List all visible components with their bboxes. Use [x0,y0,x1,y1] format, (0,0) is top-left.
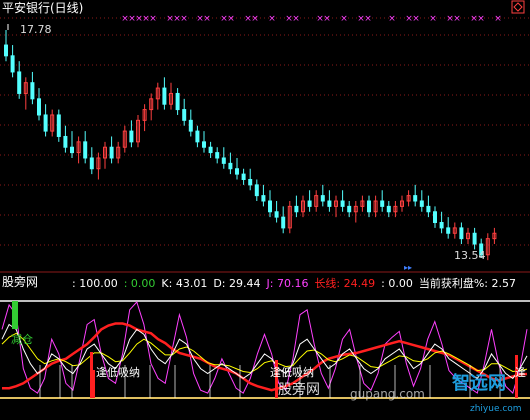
candle-body [188,119,193,132]
candle-body [413,195,418,202]
indicator-name: 股旁网 [2,275,39,289]
top-marker-row: × × × × × × × × × × × × × × × × × × × × × × × × × × × × × × × [121,14,502,24]
candle-body [307,200,312,207]
candle-body [248,178,253,186]
indicator-lines [0,300,530,399]
candle-body [367,200,371,213]
top-marker: × [268,14,276,24]
candle-body [386,205,391,213]
candle-body [241,173,246,180]
top-marker: × [364,14,372,24]
buy-low-label-2: 逢低吸纳 [270,366,314,379]
readout-5: 长线: 24.49 [314,277,376,290]
candle-body [182,109,187,121]
candle-body [56,114,61,137]
top-marker: × [453,14,461,24]
candle-body [83,141,88,159]
readout-6: : 0.00 [381,277,413,290]
candlestick-series [4,30,497,261]
watermark-url: gupang.com [350,387,425,401]
candle-body [340,200,345,207]
high-price-label: 17.78 [20,23,52,36]
candle-body [320,195,325,202]
candle-body [202,141,206,148]
candle-body [459,227,464,240]
candle-body [380,200,385,207]
readout-4: J: 70.16 [266,277,309,290]
chart-title: 平安银行(日线) [2,1,84,15]
candle-body [208,146,213,154]
candle-body [274,211,279,218]
watermark-brand-url: zhiyue.com [470,404,522,414]
candle-body [215,152,220,159]
reduce-position-label: 减仓 [11,333,33,346]
readout-3: D: 29.44 [213,277,261,290]
top-marker: × [292,14,300,24]
candle-body [109,146,114,159]
candle-body [426,205,431,213]
candle-body [43,114,48,132]
candle-body [162,87,167,105]
top-marker: × [323,14,331,24]
watermark-brand: 智远网 [452,373,506,394]
candle-body [327,200,332,207]
readout-1: : 0.00 [123,277,156,290]
candle-body [30,82,35,100]
stock-chart-window: × × × × × × × × × × × × × × × × × × × × × × × × × × × × × × × ▸▸ 平安银行(… [0,0,530,420]
reduce-signal-bar [12,301,18,329]
top-marker: × [388,14,396,24]
candle-body [281,216,286,229]
candle-body [195,130,200,143]
candle-body [254,184,259,197]
top-marker: × [477,14,485,24]
candle-body [294,205,299,213]
edge-marker-label: 逢 [515,366,526,379]
low-price-label: 13.54 [454,249,486,262]
readout-0: : 100.00 [72,277,118,290]
series-line-k [1,323,528,380]
readout-2: K: 43.01 [161,277,208,290]
candle-body [129,130,134,143]
candle-body [472,232,477,245]
candle-body [17,71,22,94]
buy-low-label-1: 逢低吸纳 [96,366,140,379]
candle-body [268,200,272,213]
top-marker: × [180,14,188,24]
candle-body [347,205,352,213]
candle-body [37,98,41,116]
candle-body [261,195,266,202]
scroll-marker-icon: ▸▸ [404,263,412,272]
candle-body [10,55,15,73]
top-marker: × [203,14,211,24]
watermark-site: 股旁网 [278,382,320,398]
candle-body [4,44,8,57]
candle-body [221,157,226,164]
top-marker: × [412,14,420,24]
candle-body [235,168,239,175]
top-marker: × [227,14,235,24]
price-chart-canvas[interactable]: × × × × × × × × × × × × × × × × × × × × × × × × × × × × × × × ▸▸ [0,0,530,420]
top-marker: × [149,14,157,24]
candle-body [433,211,437,224]
candle-body [228,162,233,170]
candle-body [446,227,451,234]
buy-signal-bar [92,370,95,398]
indicator-readouts: : 100.00 : 0.00 K: 43.01 D: 29.44 J: 70.16 长线… [72,277,522,290]
top-marker: × [340,14,348,24]
candle-body [63,135,68,148]
candle-body [70,146,74,154]
candle-body [175,92,180,111]
top-marker: × [429,14,437,24]
candle-body [419,200,424,207]
diamond-arrow-icon[interactable] [511,0,525,14]
candle-body [439,222,444,229]
candle-body [89,157,94,170]
top-marker: × [251,14,259,24]
top-marker: × [494,14,502,24]
readout-7: 当前获利盘%: 2.57 [418,277,516,290]
